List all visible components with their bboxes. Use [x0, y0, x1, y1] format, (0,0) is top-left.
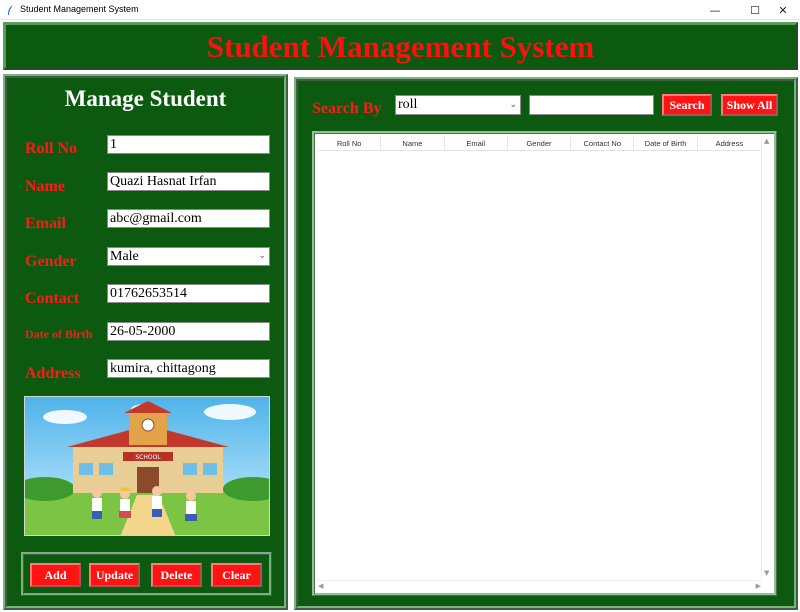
window-titlebar: Student Management System — ☐ ✕ [0, 0, 800, 20]
name-input[interactable]: Quazi Hasnat Irfan [107, 172, 270, 191]
school-illustration: SCHOOL [24, 396, 270, 536]
window-title: Student Management System [20, 4, 139, 14]
gender-label: Gender [25, 253, 77, 270]
clear-button[interactable]: Clear [211, 563, 262, 587]
manage-student-panel: Manage Student Roll No 1 Name Quazi Hasn… [3, 74, 288, 610]
dob-input[interactable]: 26-05-2000 [107, 322, 270, 341]
search-text-input[interactable] [529, 95, 654, 115]
manage-student-title: Manage Student [64, 86, 227, 111]
address-label: Address [25, 365, 81, 382]
close-button[interactable]: ✕ [766, 0, 800, 20]
email-label: Email [25, 215, 66, 232]
name-label: Name [25, 178, 65, 195]
roll-label: Roll No [25, 140, 77, 157]
action-buttons: Add Update Delete Clear [21, 552, 272, 596]
contact-label: Contact [25, 290, 80, 307]
dob-label: Date of Birth [25, 327, 93, 341]
search-button[interactable]: Search [662, 94, 712, 116]
gender-select[interactable]: Male ⌄ [107, 247, 270, 266]
school-sign: SCHOOL [135, 454, 161, 461]
contact-input[interactable]: 01762653514 [107, 284, 270, 303]
address-input[interactable]: kumira, chittagong [107, 359, 270, 378]
column-address[interactable]: Address [698, 137, 761, 150]
vertical-scrollbar[interactable]: ▲ ▼ [761, 136, 772, 578]
roll-input[interactable]: 1 [107, 135, 270, 154]
search-by-label: Search By [312, 100, 382, 117]
app-header: Student Management System [3, 22, 798, 70]
add-button[interactable]: Add [30, 563, 81, 587]
table-header: Roll No Name Email Gender Contact No Dat… [318, 137, 761, 151]
students-table[interactable]: Roll No Name Email Gender Contact No Dat… [312, 131, 777, 596]
email-input[interactable]: abc@gmail.com [107, 209, 270, 228]
column-contact-no[interactable]: Contact No [571, 137, 635, 150]
app-title: Student Management System [206, 29, 595, 64]
column-name[interactable]: Name [381, 137, 445, 150]
column-email[interactable]: Email [445, 137, 508, 150]
column-date-of-birth[interactable]: Date of Birth [634, 137, 698, 150]
horizontal-scrollbar[interactable]: ◀ ▶ [317, 580, 762, 591]
chevron-down-icon: ⌄ [509, 100, 517, 110]
scroll-right-icon[interactable]: ▶ [756, 582, 761, 590]
scroll-left-icon[interactable]: ◀ [318, 582, 323, 590]
show-all-button[interactable]: Show All [721, 94, 778, 116]
search-by-value: roll [398, 97, 418, 112]
minimize-button[interactable]: — [698, 0, 732, 20]
column-gender[interactable]: Gender [508, 137, 572, 150]
update-button[interactable]: Update [89, 563, 140, 587]
scroll-down-icon[interactable]: ▼ [764, 569, 769, 577]
feather-icon [8, 5, 13, 15]
search-by-select[interactable]: roll ⌄ [395, 95, 521, 115]
gender-value: Male [110, 249, 139, 264]
delete-button[interactable]: Delete [151, 563, 202, 587]
search-panel: Search By roll ⌄ Search Show All Roll No… [294, 77, 798, 610]
column-roll-no[interactable]: Roll No [318, 137, 382, 150]
scroll-up-icon[interactable]: ▲ [764, 137, 769, 145]
chevron-down-icon: ⌄ [258, 251, 266, 261]
